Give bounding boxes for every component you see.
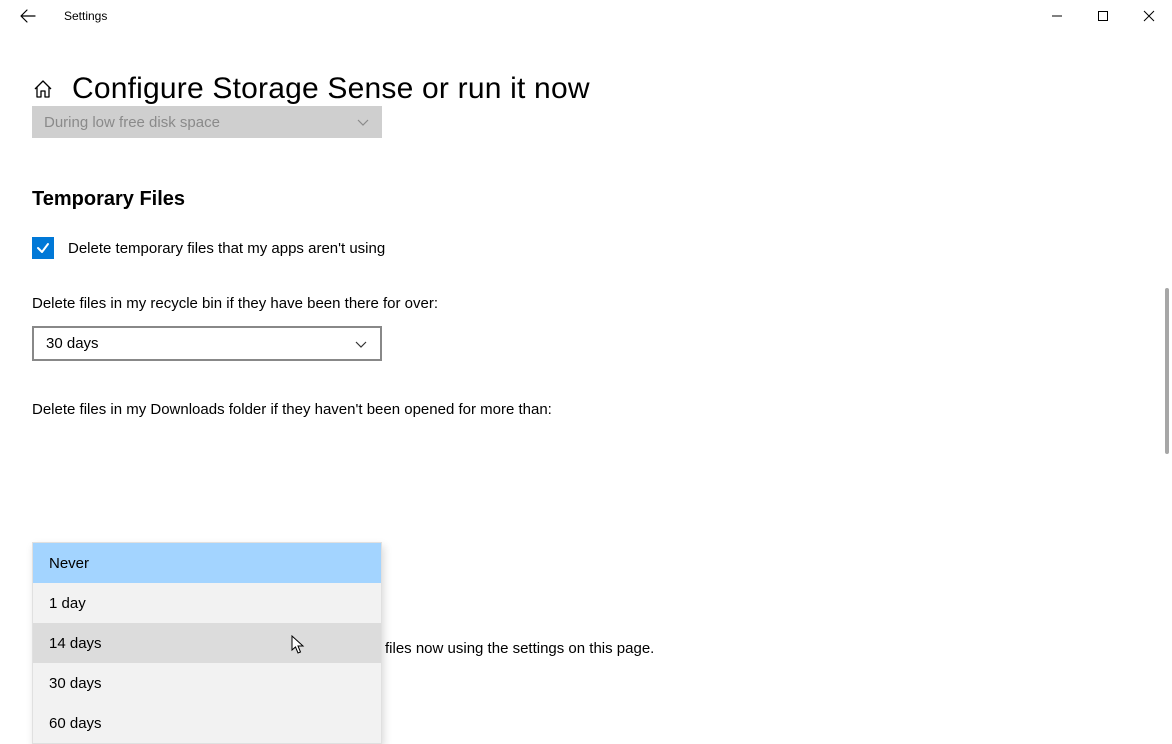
content-area: Configure Storage Sense or run it now Du… (0, 72, 1172, 418)
window-controls (1034, 0, 1172, 32)
page-header: Configure Storage Sense or run it now (32, 72, 1140, 106)
recycle-bin-select[interactable]: 30 days (32, 326, 382, 361)
home-icon[interactable] (32, 78, 54, 100)
downloads-dropdown[interactable]: Never 1 day 14 days 30 days 60 days (32, 542, 382, 744)
chevron-down-icon (354, 337, 368, 351)
titlebar-left: Settings (8, 4, 107, 28)
scrollbar[interactable] (1165, 288, 1169, 454)
section-title: Temporary Files (32, 188, 1140, 211)
app-title: Settings (64, 9, 107, 23)
dropdown-option-60days[interactable]: 60 days (33, 703, 381, 743)
minimize-button[interactable] (1034, 0, 1080, 32)
run-schedule-value: During low free disk space (44, 114, 220, 131)
maximize-button[interactable] (1080, 0, 1126, 32)
dropdown-option-30days[interactable]: 30 days (33, 663, 381, 703)
close-icon (1143, 10, 1155, 22)
run-schedule-select: During low free disk space (32, 106, 382, 138)
recycle-bin-value: 30 days (46, 335, 99, 352)
dropdown-option-14days[interactable]: 14 days (33, 623, 381, 663)
temp-files-checkbox-row[interactable]: Delete temporary files that my apps aren… (32, 237, 1140, 259)
chevron-down-icon (356, 115, 370, 129)
temp-files-checkbox[interactable] (32, 237, 54, 259)
page-title: Configure Storage Sense or run it now (72, 72, 590, 106)
dropdown-option-1day[interactable]: 1 day (33, 583, 381, 623)
checkmark-icon (35, 240, 51, 256)
dropdown-option-never[interactable]: Never (33, 543, 381, 583)
close-button[interactable] (1126, 0, 1172, 32)
titlebar: Settings (0, 0, 1172, 32)
minimize-icon (1051, 10, 1063, 22)
background-text: files now using the settings on this pag… (385, 640, 654, 657)
maximize-icon (1097, 10, 1109, 22)
temp-files-checkbox-label: Delete temporary files that my apps aren… (68, 240, 385, 257)
cursor-icon (291, 635, 307, 655)
recycle-bin-label: Delete files in my recycle bin if they h… (32, 295, 1140, 312)
downloads-label: Delete files in my Downloads folder if t… (32, 401, 1140, 418)
back-button[interactable] (16, 4, 40, 28)
back-arrow-icon (20, 9, 36, 23)
